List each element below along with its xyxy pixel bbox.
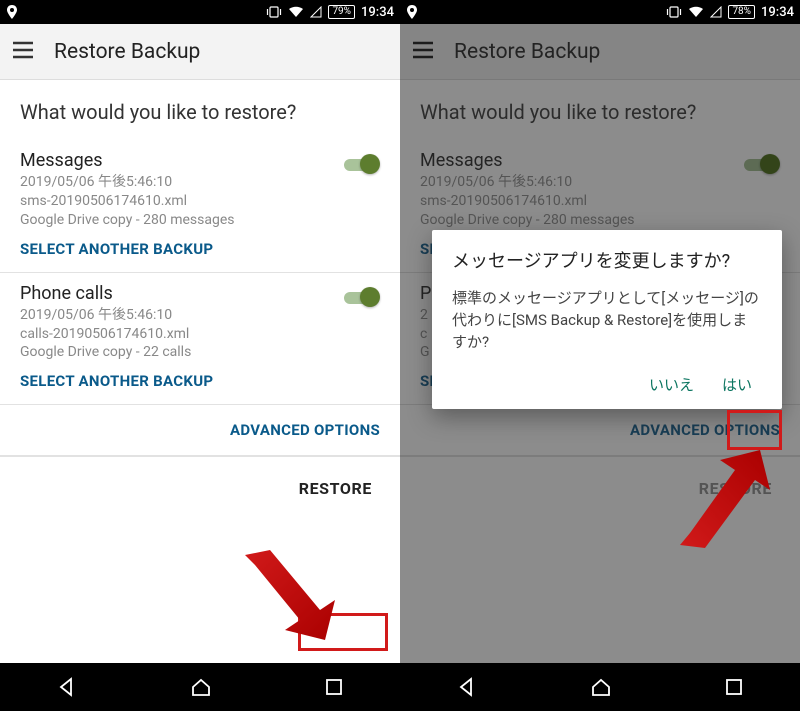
screen-right: 78% 19:34 Restore Backup What would you … [400, 0, 800, 711]
dialog-no-button[interactable]: いいえ [639, 366, 704, 403]
calls-file: calls-20190506174610.xml [20, 325, 380, 344]
messages-file: sms-20190506174610.xml [20, 192, 380, 211]
location-icon [406, 5, 418, 19]
calls-select-another[interactable]: SELECT ANOTHER BACKUP [20, 372, 380, 390]
battery-level: 79% [328, 5, 355, 19]
messages-date: 2019/05/06 午後5:46:10 [20, 173, 380, 192]
calls-title: Phone calls [20, 283, 380, 304]
back-button[interactable] [456, 676, 478, 698]
clock: 19:34 [761, 5, 794, 20]
change-sms-app-dialog: メッセージアプリを変更しますか? 標準のメッセージアプリとして[メッセージ]の代… [432, 230, 782, 409]
calls-date: 2019/05/06 午後5:46:10 [20, 306, 380, 325]
advanced-row: ADVANCED OPTIONS [0, 405, 400, 456]
restore-row: RESTORE [0, 457, 400, 520]
signal-icon [710, 6, 722, 18]
restore-button[interactable]: RESTORE [291, 475, 380, 502]
messages-select-another[interactable]: SELECT ANOTHER BACKUP [20, 240, 380, 258]
back-button[interactable] [56, 676, 78, 698]
wifi-icon [288, 6, 304, 18]
home-button[interactable] [590, 676, 612, 698]
screen-left: 79% 19:34 Restore Backup What would you … [0, 0, 400, 711]
status-bar: 79% 19:34 [0, 0, 400, 24]
page-heading: What would you like to restore? [0, 80, 400, 140]
calls-toggle[interactable] [344, 287, 380, 307]
recents-button[interactable] [324, 677, 344, 697]
messages-info: Google Drive copy - 280 messages [20, 211, 380, 230]
nav-bar [400, 663, 800, 711]
vibrate-icon [666, 6, 682, 18]
app-bar: Restore Backup [0, 24, 400, 80]
dialog-actions: いいえ はい [452, 366, 762, 403]
calls-section: Phone calls 2019/05/06 午後5:46:10 calls-2… [0, 273, 400, 406]
content: What would you like to restore? Messages… [0, 80, 400, 663]
dialog-body: 標準のメッセージアプリとして[メッセージ]の代わりに[SMS Backup & … [452, 288, 762, 353]
advanced-options-button[interactable]: ADVANCED OPTIONS [230, 421, 380, 439]
clock: 19:34 [361, 5, 394, 20]
messages-toggle[interactable] [344, 154, 380, 174]
messages-section: Messages 2019/05/06 午後5:46:10 sms-201905… [0, 140, 400, 273]
signal-icon [310, 6, 322, 18]
battery-level: 78% [728, 5, 755, 19]
app-title: Restore Backup [54, 40, 200, 64]
status-bar: 78% 19:34 [400, 0, 800, 24]
dialog-yes-button[interactable]: はい [712, 366, 762, 403]
menu-icon[interactable] [12, 41, 34, 63]
home-button[interactable] [190, 676, 212, 698]
dialog-title: メッセージアプリを変更しますか? [452, 250, 762, 274]
wifi-icon [688, 6, 704, 18]
nav-bar [0, 663, 400, 711]
vibrate-icon [266, 6, 282, 18]
calls-info: Google Drive copy - 22 calls [20, 343, 380, 362]
messages-title: Messages [20, 150, 380, 171]
location-icon [6, 5, 18, 19]
recents-button[interactable] [724, 677, 744, 697]
